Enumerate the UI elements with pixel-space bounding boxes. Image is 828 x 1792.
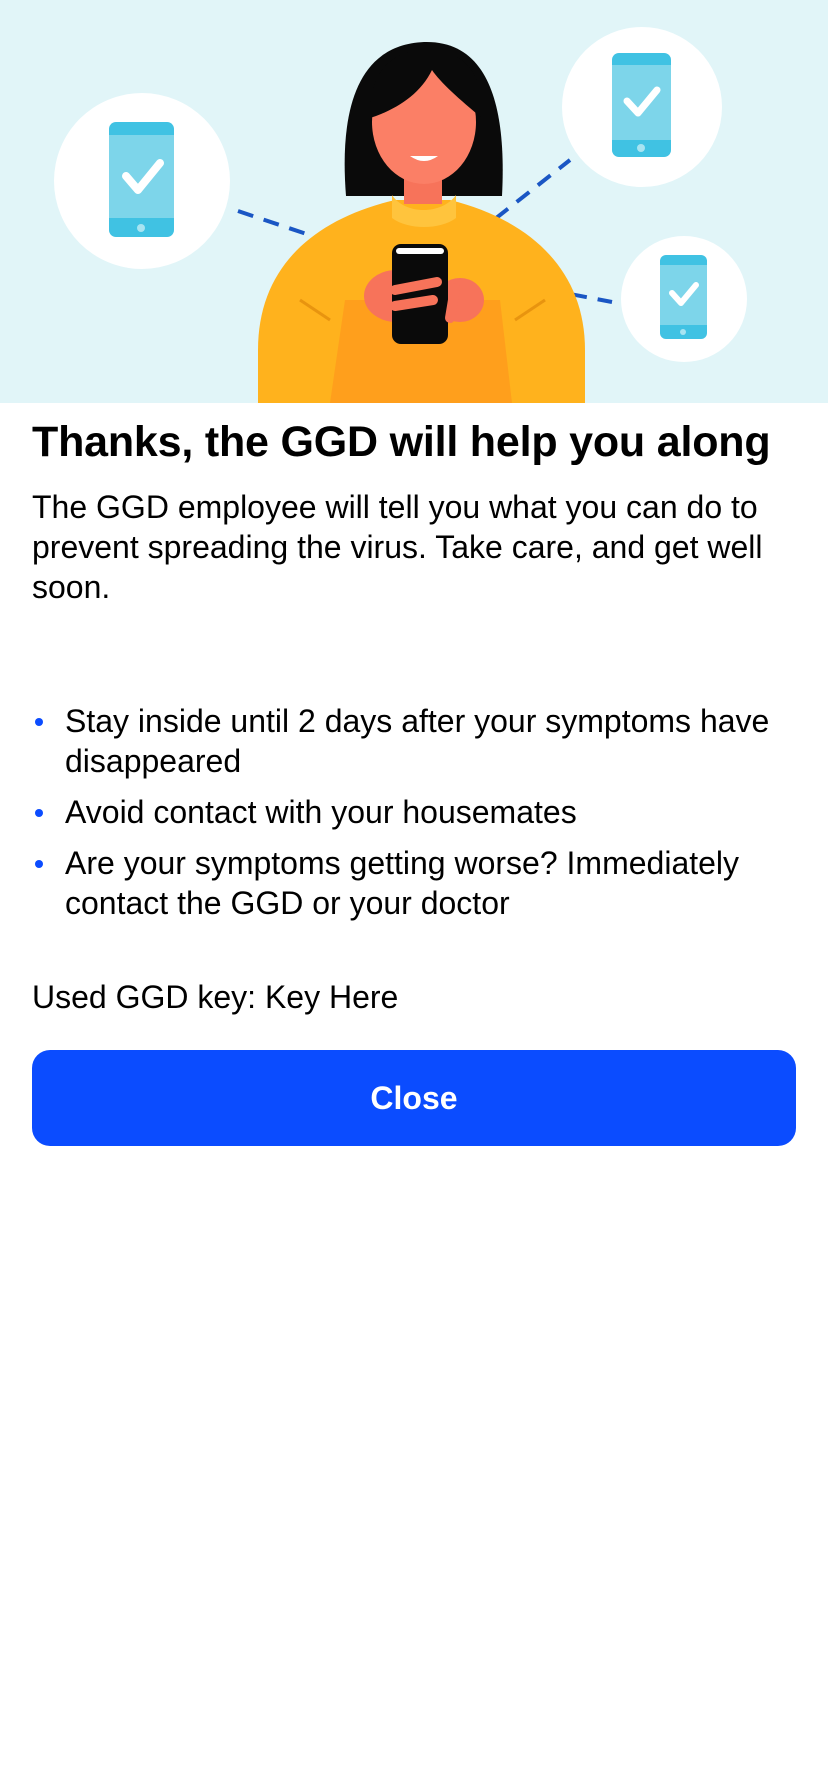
list-item: Stay inside until 2 days after your symp…	[32, 701, 802, 781]
phone-check-icon	[621, 236, 747, 362]
person-with-phone-illustration	[54, 27, 747, 403]
ggd-key-text: Used GGD key: Key Here	[32, 979, 399, 1015]
list-item-text: Avoid contact with your housemates	[65, 794, 577, 830]
intro-text: The GGD employee will tell you what you …	[32, 489, 763, 605]
list-item: Are your symptoms getting worse? Immedia…	[32, 843, 802, 923]
advice-list: Stay inside until 2 days after your symp…	[32, 701, 802, 934]
page-title: Thanks, the GGD will help you along	[32, 418, 771, 466]
list-item: Avoid contact with your housemates	[32, 792, 802, 832]
phone-check-icon	[562, 27, 722, 187]
close-button[interactable]: Close	[32, 1050, 796, 1146]
bullet-icon	[35, 809, 43, 817]
list-item-text: Stay inside until 2 days after your symp…	[65, 703, 770, 779]
list-item-text: Are your symptoms getting worse? Immedia…	[65, 845, 740, 921]
bullet-icon	[35, 718, 43, 726]
person-figure	[258, 41, 585, 403]
hero-illustration	[0, 0, 828, 403]
bullet-icon	[35, 860, 43, 868]
phone-check-icon	[54, 93, 230, 269]
